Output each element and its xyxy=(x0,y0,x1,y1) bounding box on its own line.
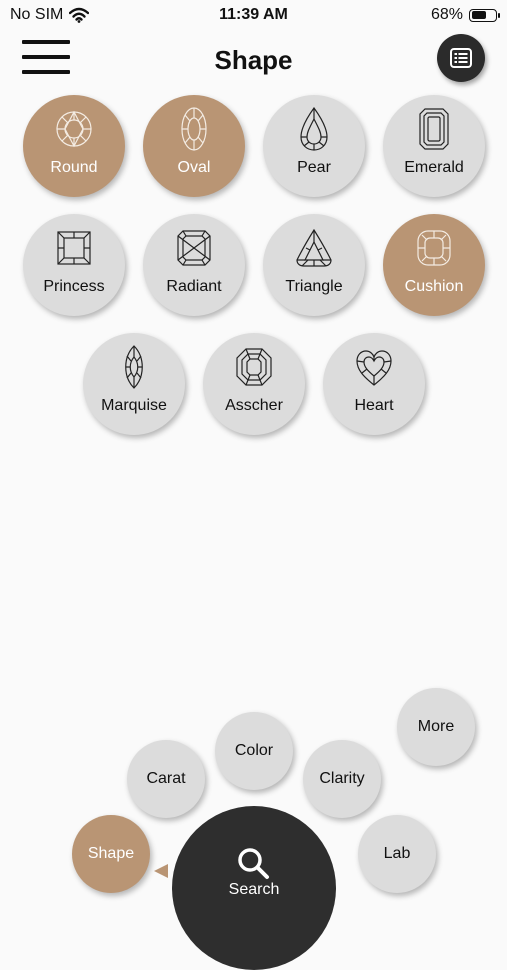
shape-button-princess[interactable]: Princess xyxy=(23,214,125,316)
shape-label: Radiant xyxy=(166,278,222,295)
search-icon xyxy=(238,848,269,879)
shape-button-pear[interactable]: Pear xyxy=(263,95,365,197)
shape-button-oval[interactable]: Oval xyxy=(143,95,245,197)
list-icon xyxy=(450,48,472,68)
asscher-diamond-icon xyxy=(234,343,274,391)
shape-button-radiant[interactable]: Radiant xyxy=(143,214,245,316)
page-title: Shape xyxy=(214,45,293,75)
status-right: 68% xyxy=(430,6,500,24)
shape-button-cushion[interactable]: Cushion xyxy=(383,214,485,316)
shape-label: Heart xyxy=(354,397,394,414)
princess-diamond-icon xyxy=(54,224,94,272)
oval-diamond-icon xyxy=(174,105,214,153)
nav-clarity-button[interactable]: Clarity xyxy=(303,740,381,818)
heart-diamond-icon xyxy=(354,343,394,391)
marquise-diamond-icon xyxy=(114,343,154,391)
battery-percent: 68% xyxy=(430,6,463,23)
shape-label: Triangle xyxy=(285,278,343,295)
shape-label: Oval xyxy=(177,159,211,176)
shape-label: Marquise xyxy=(101,397,167,414)
list-view-button[interactable] xyxy=(437,34,485,82)
battery-fill xyxy=(471,11,487,19)
shape-label: Cushion xyxy=(404,278,464,295)
pear-diamond-icon xyxy=(294,105,334,153)
shape-label: Asscher xyxy=(225,397,283,414)
nav-more-button[interactable]: More xyxy=(397,688,475,766)
nav-color-button[interactable]: Color xyxy=(215,712,293,790)
emerald-diamond-icon xyxy=(414,105,454,153)
round-diamond-icon xyxy=(54,105,94,153)
battery-icon xyxy=(469,8,500,22)
shape-button-heart[interactable]: Heart xyxy=(323,333,425,435)
menu-line-icon xyxy=(22,40,70,44)
shape-button-marquise[interactable]: Marquise xyxy=(83,333,185,435)
shape-button-triangle[interactable]: Triangle xyxy=(263,214,365,316)
shape-label: Pear xyxy=(297,159,331,176)
nav-lab-button[interactable]: Lab xyxy=(358,815,436,893)
status-bar: No SIM 11:39 AM 68% xyxy=(0,0,507,30)
search-button[interactable]: Search xyxy=(172,806,336,970)
shape-button-emerald[interactable]: Emerald xyxy=(383,95,485,197)
shape-label: Emerald xyxy=(404,159,464,176)
shape-label: Round xyxy=(50,159,98,176)
radiant-diamond-icon xyxy=(174,224,214,272)
shape-button-asscher[interactable]: Asscher xyxy=(203,333,305,435)
cushion-diamond-icon xyxy=(414,224,454,272)
shape-label: Princess xyxy=(43,278,105,295)
active-nav-pointer xyxy=(154,864,168,878)
nav-shape-button[interactable]: Shape xyxy=(72,815,150,893)
search-label: Search xyxy=(228,881,280,898)
triangle-diamond-icon xyxy=(294,224,334,272)
shape-button-round[interactable]: Round xyxy=(23,95,125,197)
nav-carat-button[interactable]: Carat xyxy=(127,740,205,818)
